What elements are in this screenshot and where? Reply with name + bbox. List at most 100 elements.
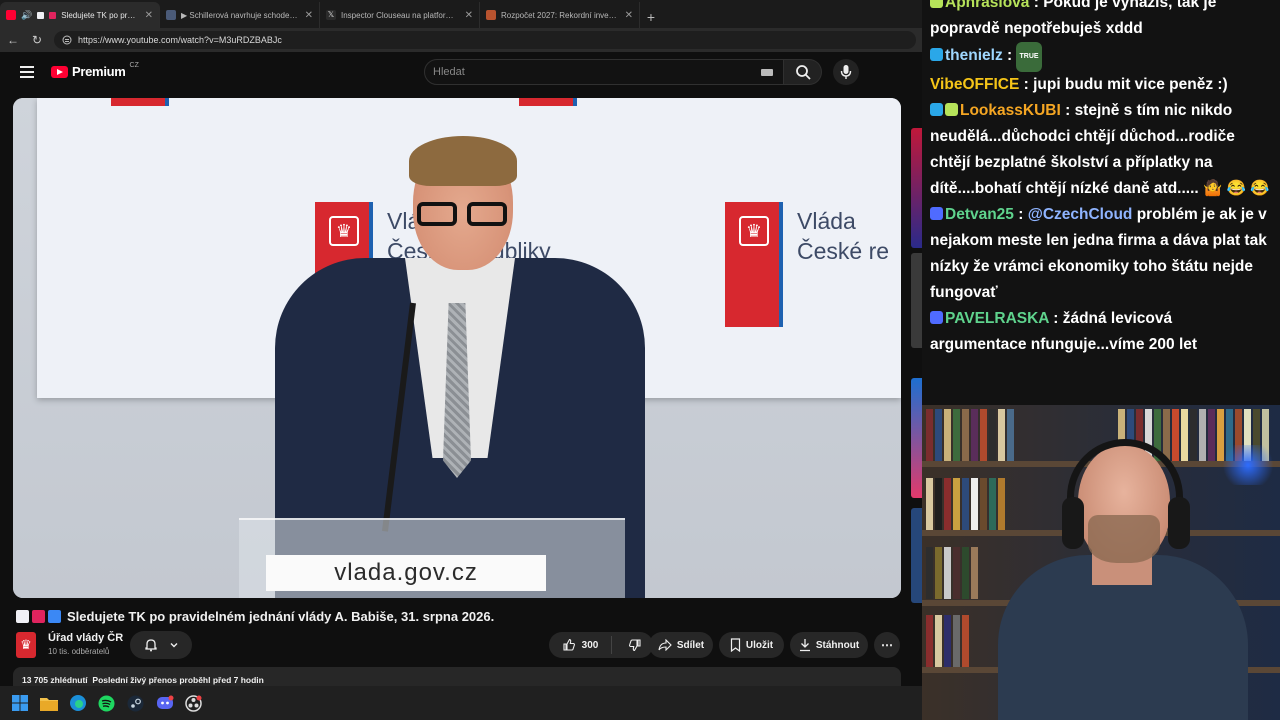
white-square-emoji-icon [16, 609, 29, 623]
voice-search-button[interactable] [833, 59, 859, 85]
news-favicon-icon [486, 10, 496, 20]
chat-badge-icon[interactable] [930, 207, 943, 220]
save-button[interactable]: Uložit [719, 632, 784, 658]
speaker-glasses [417, 202, 511, 228]
notification-bell-button[interactable] [130, 631, 192, 659]
chat-badge-icon[interactable] [945, 103, 958, 116]
blue-square-emoji-icon [48, 609, 61, 623]
chat-badge-icon[interactable] [930, 311, 943, 324]
view-count: 13 705 zhlédnutí [22, 675, 88, 685]
chat-badge-icon[interactable] [930, 103, 943, 116]
windows-start-icon[interactable] [10, 694, 29, 713]
obs-icon[interactable] [184, 694, 203, 713]
webcam-feed [922, 405, 1280, 720]
tab-title: Inspector Clouseau na platformě X [341, 10, 460, 20]
chevron-down-icon [170, 643, 177, 648]
tab-youtube[interactable]: 🔊 Sledujete TK po pravidelném jednání vl… [0, 2, 160, 28]
like-button[interactable]: 300 [549, 636, 612, 654]
chat-message-text: jupi budu mit vice peněz :) [1033, 76, 1228, 93]
chat-username[interactable]: thenielz [945, 47, 1003, 64]
download-button[interactable]: Stáhnout [790, 632, 868, 658]
headphone-cup [1062, 497, 1084, 549]
emoji-square-icon [49, 11, 57, 19]
download-label: Stáhnout [815, 639, 860, 651]
red-square-emoji-icon [32, 609, 45, 623]
chat-username[interactable]: Aphrasiova [945, 0, 1029, 11]
x-favicon-icon: 𝕏 [326, 10, 336, 20]
lion-emblem-icon: ♛ [329, 216, 359, 246]
address-bar: ← ↻ https://www.youtube.com/watch?v=M3uR… [0, 28, 922, 52]
spotify-icon[interactable] [97, 694, 116, 713]
close-tab-icon[interactable]: ✕ [625, 10, 633, 21]
flag-stripe [519, 98, 577, 106]
edge-browser-icon[interactable] [68, 694, 87, 713]
back-arrow-icon[interactable]: ← [6, 33, 20, 47]
channel-avatar[interactable]: ♛ [16, 632, 36, 658]
chat-message: Aphrasiova : Pokud je vyhazis, tak je po… [930, 0, 1272, 42]
book-row [926, 547, 978, 599]
stream-info: Poslední živý přenos proběhl před 7 hodi… [92, 675, 264, 685]
channel-row: ♛ Úřad vlády ČR 10 tis. odběratelů 300 S… [16, 630, 902, 662]
more-actions-button[interactable]: ⋯ [874, 632, 900, 658]
tab-x[interactable]: 𝕏 Inspector Clouseau na platformě X ✕ [320, 2, 480, 28]
youtube-header: Premium CZ Hledat [0, 52, 922, 92]
save-label: Uložit [745, 639, 774, 651]
share-arrow-icon [658, 639, 672, 651]
steam-icon[interactable] [126, 694, 145, 713]
chat-mention[interactable]: @CzechCloud [1028, 206, 1133, 223]
book-row [926, 409, 1014, 461]
subscriber-count: 10 tis. odběratelů [48, 647, 110, 656]
new-tab-button[interactable]: + [640, 6, 662, 28]
video-title-row: Sledujete TK po pravidelném jednání vlád… [16, 606, 906, 626]
chat-badge-icon[interactable] [930, 0, 943, 8]
youtube-logo[interactable]: Premium CZ [51, 62, 139, 79]
chat-message: LookassKUBI : stejně s tím nic nikdo neu… [930, 102, 1270, 197]
browser-tab-bar: 🔊 Sledujete TK po pravidelném jednání vl… [0, 0, 922, 28]
search-input[interactable]: Hledat [424, 59, 784, 85]
video-player[interactable]: ♛ Vláda České republiky ♛ Vláda České re… [13, 98, 901, 598]
chat-username[interactable]: Detvan25 [945, 206, 1014, 223]
chat-emote-icon: TRUE [1016, 42, 1042, 72]
chat-username[interactable]: VibeOFFICE [930, 76, 1019, 93]
czech-flag-emblem: ♛ [725, 202, 783, 327]
tab-schillerova[interactable]: ▶ Schillerová navrhuje schodek rozpočtu … [160, 2, 320, 28]
search-button[interactable] [784, 59, 822, 85]
chat-badge-icon[interactable] [930, 48, 943, 61]
like-dislike-group: 300 [549, 632, 653, 658]
download-icon [799, 639, 810, 652]
discord-icon[interactable] [155, 694, 174, 713]
bell-icon [144, 639, 157, 652]
close-tab-icon[interactable]: ✕ [465, 10, 473, 21]
channel-name[interactable]: Úřad vlády ČR [48, 632, 123, 644]
dislike-button[interactable] [617, 638, 653, 652]
government-logo-text: Vláda České re [797, 206, 889, 327]
logo-text: Premium [72, 64, 126, 79]
windows-taskbar [0, 686, 922, 720]
hamburger-menu-icon[interactable] [20, 66, 34, 78]
headphone-cup [1168, 497, 1190, 549]
file-explorer-icon[interactable] [39, 694, 58, 713]
blue-led-light [1218, 445, 1278, 485]
url-field[interactable]: https://www.youtube.com/watch?v=M3uRDZBA… [54, 31, 916, 49]
podium-label: vlada.gov.cz [266, 555, 546, 591]
speaker-hair [409, 136, 517, 186]
chat-username[interactable]: PAVELRASKA [945, 310, 1049, 327]
flag-stripe [111, 98, 169, 106]
youtube-favicon-icon [6, 10, 16, 20]
lion-emblem-icon: ♛ [739, 216, 769, 246]
speaker-icon[interactable]: 🔊 [21, 10, 32, 21]
url-text: https://www.youtube.com/watch?v=M3uRDZBA… [78, 35, 282, 45]
share-button[interactable]: Sdílet [649, 632, 713, 658]
reload-icon[interactable]: ↻ [30, 33, 44, 47]
search-placeholder: Hledat [433, 66, 465, 78]
close-tab-icon[interactable]: ✕ [145, 10, 153, 21]
keyboard-icon[interactable] [761, 69, 773, 76]
book-row [926, 478, 1005, 530]
search-icon [795, 65, 811, 80]
close-tab-icon[interactable]: ✕ [305, 10, 313, 21]
chat-message: thenielz : TRUE [930, 42, 1272, 72]
microphone-icon [840, 65, 852, 79]
tab-rozpocet[interactable]: Rozpočet 2027: Rekordní investice ✕ [480, 2, 640, 28]
chat-username[interactable]: LookassKUBI [960, 102, 1061, 119]
site-info-icon[interactable] [62, 35, 72, 45]
